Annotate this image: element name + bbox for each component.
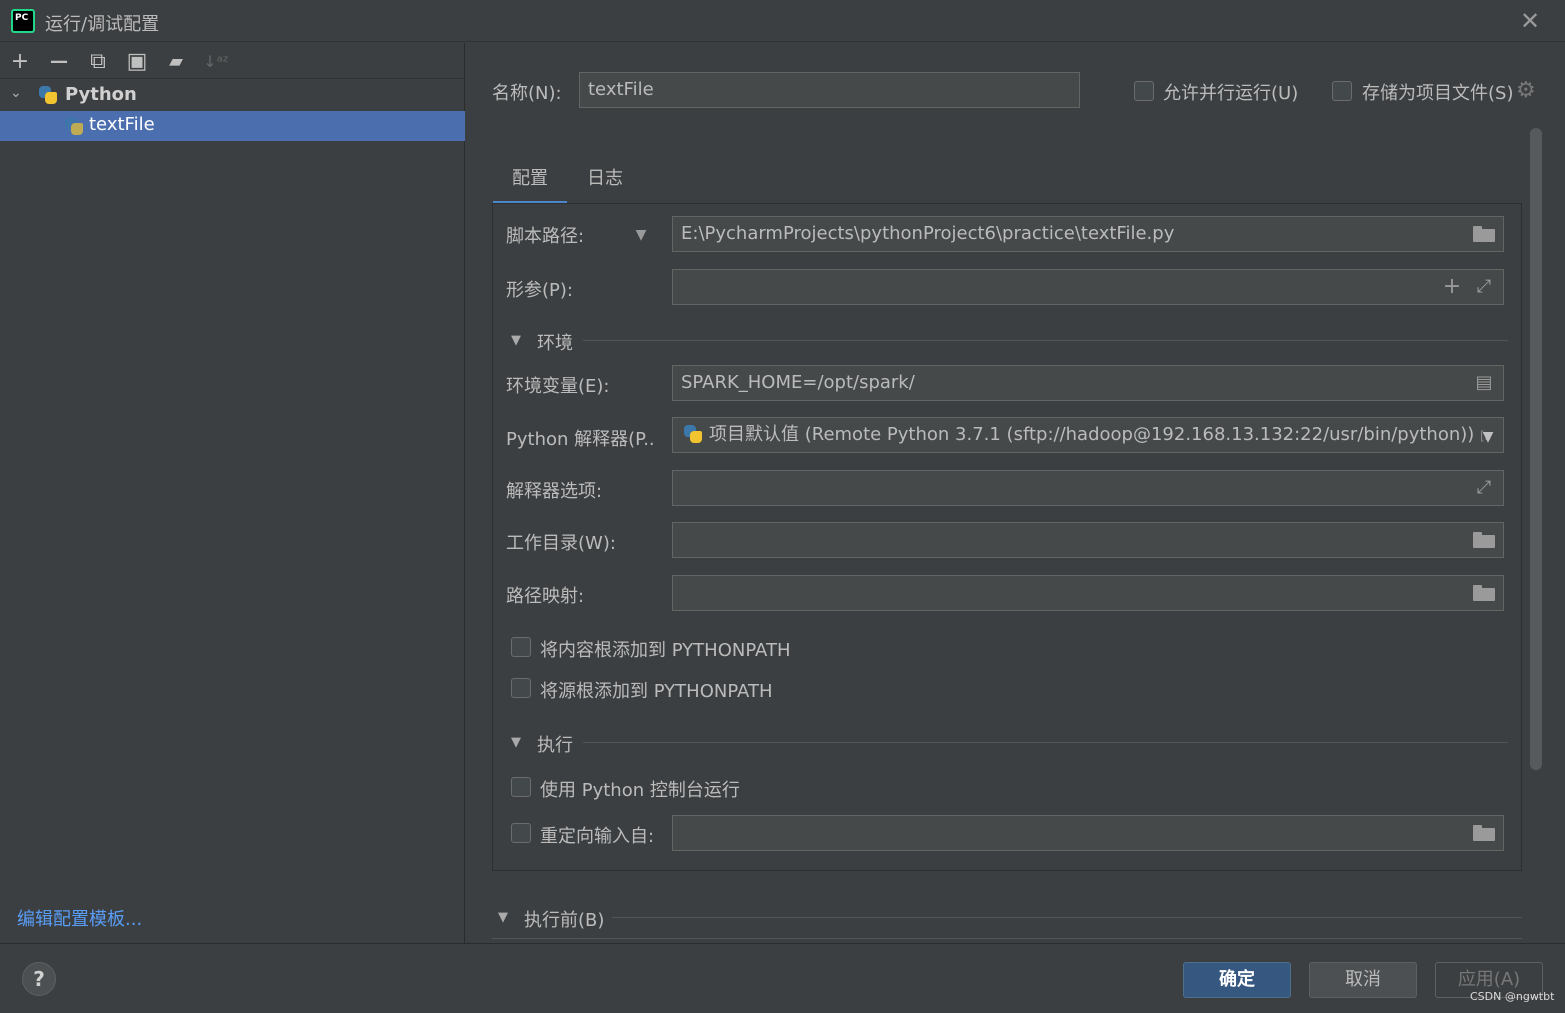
chevron-down-icon[interactable]: ▼ — [511, 735, 521, 750]
title-bar — [0, 0, 1565, 42]
params-input[interactable] — [672, 269, 1504, 305]
interpreter-value: 项目默认值 (Remote Python 3.7.1 (sftp://hadoo… — [709, 424, 1475, 445]
use-console-checkbox[interactable] — [511, 777, 531, 797]
add-icon[interactable]: + — [1441, 276, 1463, 298]
expand-icon[interactable]: ⤢ — [1473, 278, 1495, 296]
add-icon[interactable]: + — [8, 50, 32, 74]
store-as-project-checkbox[interactable] — [1332, 81, 1352, 101]
document-icon[interactable]: ▤ — [1473, 374, 1495, 392]
save-icon[interactable]: ▣ — [125, 50, 149, 74]
name-label: 名称(N): — [492, 83, 562, 104]
redirect-input-field[interactable] — [672, 815, 1504, 851]
sort-icon: ↓ᵃᶻ — [203, 52, 229, 71]
params-label: 形参(P): — [506, 280, 573, 301]
allow-parallel-checkbox[interactable] — [1134, 81, 1154, 101]
close-icon[interactable]: ✕ — [1517, 7, 1543, 35]
before-launch-panel-edge — [492, 938, 1522, 939]
chevron-down-icon[interactable]: ▼ — [511, 333, 521, 348]
add-content-roots-label: 将内容根添加到 PYTHONPATH — [540, 640, 791, 661]
copy-icon[interactable]: ⧉ — [86, 50, 110, 74]
script-path-label: 脚本路径: — [506, 226, 585, 247]
section-divider — [583, 742, 1508, 743]
tab-config[interactable]: 配置 — [493, 166, 567, 204]
tree-group-label: Python — [65, 84, 137, 105]
interpreter-options-label: 解释器选项: — [506, 481, 603, 502]
working-dir-input[interactable] — [672, 522, 1504, 558]
remote-python-icon — [683, 424, 703, 444]
env-vars-label: 环境变量(E): — [506, 376, 610, 397]
exec-section-label: 执行 — [537, 735, 573, 756]
expand-icon[interactable]: ⤢ — [1473, 479, 1495, 497]
path-mappings-label: 路径映射: — [506, 586, 585, 607]
tab-log[interactable]: 日志 — [577, 166, 633, 204]
chevron-down-icon[interactable]: ▼ — [1477, 428, 1499, 446]
python-icon — [38, 85, 58, 105]
chevron-down-icon[interactable]: ⌄ — [10, 85, 22, 101]
ok-button[interactable]: 确定 — [1183, 962, 1291, 998]
redirect-input-label: 重定向输入自: — [540, 826, 655, 847]
env-section-label: 环境 — [537, 333, 573, 354]
section-divider — [583, 340, 1508, 341]
gear-icon[interactable]: ⚙ — [1516, 80, 1538, 102]
script-path-input[interactable]: E:\PycharmProjects\pythonProject6\practi… — [672, 216, 1504, 252]
configurations-tree-panel — [0, 43, 465, 943]
use-console-label: 使用 Python 控制台运行 — [540, 780, 740, 801]
add-source-roots-checkbox[interactable] — [511, 678, 531, 698]
name-input[interactable]: textFile — [579, 72, 1080, 108]
new-folder-icon[interactable]: ▰ — [164, 50, 188, 74]
remove-icon[interactable]: — — [47, 50, 71, 74]
interpreter-options-input[interactable] — [672, 470, 1504, 506]
window-title: 运行/调试配置 — [45, 14, 160, 35]
folder-icon[interactable] — [1473, 585, 1495, 601]
interpreter-label: Python 解释器(P.. — [506, 429, 655, 450]
tree-item-label: textFile — [89, 114, 155, 135]
vertical-scrollbar[interactable] — [1530, 128, 1542, 770]
help-button[interactable]: ? — [22, 962, 56, 996]
store-as-project-label: 存储为项目文件(S) — [1362, 83, 1514, 104]
python-file-icon — [64, 116, 84, 136]
watermark: CSDN @ngwtbt — [1470, 990, 1555, 1003]
section-divider — [612, 917, 1522, 918]
env-vars-input[interactable]: SPARK_HOME=/opt/spark/ — [672, 365, 1504, 401]
chevron-down-icon[interactable]: ▼ — [630, 226, 652, 244]
allow-parallel-label: 允许并行运行(U) — [1163, 83, 1299, 104]
pycharm-logo-icon: PC — [11, 9, 35, 33]
folder-icon[interactable] — [1473, 226, 1495, 242]
cancel-button[interactable]: 取消 — [1309, 962, 1417, 998]
before-launch-label: 执行前(B) — [524, 910, 605, 931]
interpreter-select[interactable]: 项目默认值 (Remote Python 3.7.1 (sftp://hadoo… — [672, 417, 1504, 453]
working-dir-label: 工作目录(W): — [506, 533, 616, 554]
logo-text: PC — [15, 13, 29, 23]
folder-icon[interactable] — [1473, 825, 1495, 841]
path-mappings-input[interactable] — [672, 575, 1504, 611]
edit-templates-link[interactable]: 编辑配置模板... — [17, 905, 142, 931]
add-content-roots-checkbox[interactable] — [511, 637, 531, 657]
folder-icon[interactable] — [1473, 532, 1495, 548]
redirect-input-checkbox[interactable] — [511, 823, 531, 843]
add-source-roots-label: 将源根添加到 PYTHONPATH — [540, 681, 773, 702]
chevron-down-icon[interactable]: ▼ — [498, 910, 508, 925]
